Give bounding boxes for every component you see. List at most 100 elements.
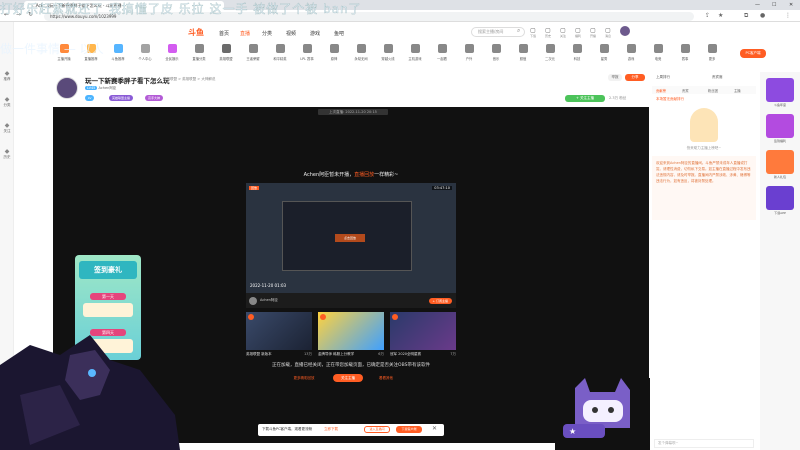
- download-link[interactable]: 立即下载: [324, 427, 338, 432]
- nav-item-0[interactable]: 首页: [219, 30, 229, 37]
- category-item[interactable]: LPL 赛事: [297, 44, 317, 61]
- sidebar-item-1[interactable]: ◆ 分类: [0, 96, 14, 108]
- close-window-icon[interactable]: ✕: [789, 0, 793, 10]
- live-dot-icon: [320, 314, 326, 320]
- gift-icon[interactable]: ▢ 福利: [573, 27, 583, 38]
- nav-item-2[interactable]: 分类: [262, 30, 272, 37]
- nav-item-5[interactable]: 鱼吧: [334, 30, 344, 37]
- share-icon[interactable]: ⇪: [705, 11, 710, 21]
- chat-tab-3[interactable]: 主播: [734, 88, 741, 93]
- related-video-card[interactable]: 英雄联盟 新版本 13万: [246, 312, 312, 362]
- related-video-title[interactable]: 英雄联盟 新版本: [246, 352, 272, 357]
- category-item[interactable]: 音乐: [486, 44, 506, 61]
- signin-title: 签到豪礼: [79, 261, 137, 279]
- category-item[interactable]: 斗鱼推荐: [108, 44, 128, 61]
- weekly-rank-label[interactable]: 上周排行: [656, 75, 670, 80]
- category-item[interactable]: 穿越火线: [378, 44, 398, 61]
- share-button[interactable]: 分享: [625, 74, 645, 81]
- profile-icon[interactable]: ●: [760, 11, 765, 21]
- streamer-name[interactable]: LV45 Achen阿臣: [85, 86, 116, 91]
- nav-item-4[interactable]: 游戏: [310, 30, 320, 37]
- replay-author-avatar[interactable]: [249, 297, 257, 305]
- category-item[interactable]: 电竞: [648, 44, 668, 61]
- follow-streamer-button[interactable]: 关注主播: [333, 374, 363, 382]
- category-item[interactable]: 更多: [702, 44, 722, 61]
- category-item[interactable]: 户外: [459, 44, 479, 61]
- related-video-title[interactable]: 冠军 2020全明星赛: [390, 352, 421, 357]
- category-item[interactable]: 和平精英: [270, 44, 290, 61]
- download-client-button[interactable]: 下载客户端: [396, 426, 422, 433]
- category-label: 英雄联盟: [219, 57, 233, 61]
- related-video-title[interactable]: 金牌导师 韩服上分教学: [318, 352, 354, 357]
- nav-item-3[interactable]: 视频: [286, 30, 296, 37]
- replay-thumbnail[interactable]: 点击回放 回放 03:47:10 2022-11-20 01:03: [246, 183, 456, 293]
- replay-author[interactable]: Achen阿臣: [260, 298, 278, 303]
- history-icon[interactable]: ▢ 历史: [543, 27, 553, 38]
- category-item[interactable]: 个人中心: [135, 44, 155, 61]
- category-item[interactable]: 科技: [567, 44, 587, 61]
- minimize-icon[interactable]: —: [755, 0, 760, 10]
- chat-tab-2[interactable]: 粉丝团: [708, 88, 718, 93]
- see-others-link[interactable]: 看看其他: [373, 374, 399, 382]
- category-item[interactable]: 全民娱乐: [162, 44, 182, 61]
- chat-tab-0[interactable]: 贡献榜: [656, 88, 666, 93]
- follow-icon[interactable]: ▢ 关注: [558, 27, 568, 38]
- category-item[interactable]: 原神: [324, 44, 344, 61]
- category-item[interactable]: 永劫无间: [351, 44, 371, 61]
- bookmark-star-icon[interactable]: ★: [718, 11, 723, 21]
- category-item[interactable]: 游戏: [621, 44, 641, 61]
- more-replays-link[interactable]: 更多精彩回放: [287, 374, 321, 382]
- play-icon[interactable]: ▢ 开播: [588, 27, 598, 38]
- enter-room-button[interactable]: 进入直播间: [364, 426, 390, 433]
- category-item[interactable]: 王者荣耀: [243, 44, 263, 61]
- replay-play-button[interactable]: 点击回放: [335, 234, 365, 242]
- category-item[interactable]: 颜值: [513, 44, 533, 61]
- chat-tab-1[interactable]: 贵宾: [682, 88, 689, 93]
- download-icon[interactable]: ▢ 下载: [528, 27, 538, 38]
- event-banner[interactable]: 签到福利: [766, 114, 794, 143]
- pc-client-button[interactable]: PC客户端: [740, 49, 766, 58]
- event-banner[interactable]: 新人礼包: [766, 150, 794, 179]
- category-item[interactable]: 星秀: [594, 44, 614, 61]
- event-banner[interactable]: 斗鱼年度: [766, 78, 794, 107]
- message-icon[interactable]: ▢ 消息: [603, 27, 613, 38]
- room-breadcrumb[interactable]: 英雄联盟 > 英雄联盟 > 大神解说: [163, 77, 215, 82]
- user-avatar[interactable]: [620, 26, 630, 36]
- extensions-icon[interactable]: ⧉: [744, 11, 748, 21]
- streamer-avatar[interactable]: [56, 77, 78, 99]
- site-logo[interactable]: 斗鱼: [188, 27, 204, 38]
- category-item[interactable]: 主机游戏: [405, 44, 425, 61]
- vip-seats-label[interactable]: 贵宾席: [712, 75, 723, 80]
- maximize-icon[interactable]: ☐: [772, 0, 776, 10]
- event-label: 斗鱼年度: [773, 103, 786, 107]
- category-item[interactable]: 英雄联盟: [216, 44, 236, 61]
- related-video-thumbnail[interactable]: [318, 312, 384, 350]
- category-item[interactable]: 直播分类: [189, 44, 209, 61]
- related-video-card[interactable]: 金牌导师 韩服上分教学 6万: [318, 312, 384, 362]
- search-icon[interactable]: ⌕: [517, 27, 520, 35]
- report-button[interactable]: 举报: [608, 74, 622, 81]
- close-icon[interactable]: ✕: [432, 425, 437, 432]
- event-banner[interactable]: 下载APP: [766, 186, 794, 215]
- related-video-card[interactable]: 冠军 2020全明星赛 7万: [390, 312, 456, 362]
- room-tag[interactable]: 英雄联盟主播: [109, 95, 134, 101]
- related-video-thumbnail[interactable]: [246, 312, 312, 350]
- room-tag[interactable]: LV: [85, 95, 95, 101]
- sidebar-item-3[interactable]: ◆ 历史: [0, 148, 14, 160]
- follow-icon: ◆: [4, 122, 10, 129]
- sidebar-item-0[interactable]: ◆ 推荐: [0, 70, 14, 82]
- related-video-views: 13万: [304, 352, 312, 356]
- follow-button[interactable]: + 关注主播: [565, 95, 605, 102]
- related-video-thumbnail[interactable]: [390, 312, 456, 350]
- chat-input[interactable]: 发个弹幕呗~: [654, 439, 754, 448]
- sidebar-item-2[interactable]: ◆ 关注: [0, 122, 14, 134]
- category-item[interactable]: 赛事: [675, 44, 695, 61]
- nav-item-1[interactable]: 直播: [240, 30, 250, 37]
- replay-video-card[interactable]: 点击回放 回放 03:47:10 2022-11-20 01:03 Achen阿…: [246, 183, 456, 308]
- sidebar-item-label: 历史: [3, 155, 11, 159]
- subscribe-button[interactable]: + 订阅主播: [428, 298, 452, 304]
- menu-icon[interactable]: ⋮: [785, 11, 791, 21]
- category-item[interactable]: 一起看: [432, 44, 452, 61]
- room-tag[interactable]: 高手大神: [145, 95, 164, 101]
- category-item[interactable]: 二次元: [540, 44, 560, 61]
